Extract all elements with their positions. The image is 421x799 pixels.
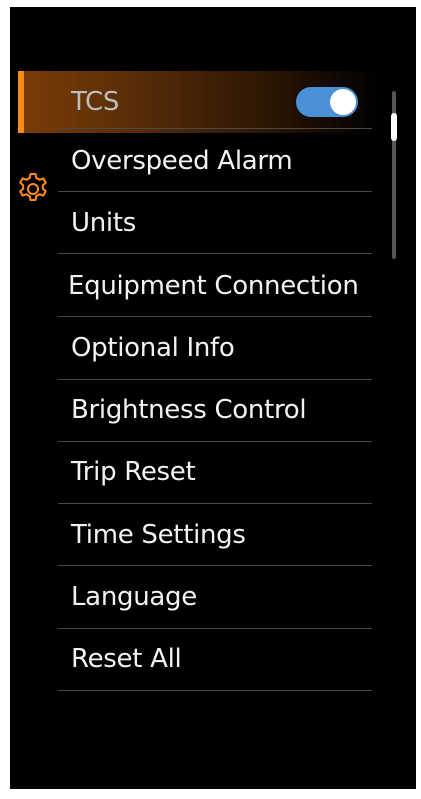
menu-item-equipment-connection[interactable]: Equipment Connection (58, 255, 416, 317)
menu-item-label: Language (71, 582, 197, 612)
divider (58, 690, 372, 691)
menu-item-tcs[interactable]: TCS (18, 71, 378, 133)
menu-item-brightness-control[interactable]: Brightness Control (58, 379, 416, 441)
menu-item-language[interactable]: Language (58, 566, 416, 628)
menu-item-time-settings[interactable]: Time Settings (58, 504, 416, 566)
menu-item-overspeed-alarm[interactable]: Overspeed Alarm (58, 130, 416, 192)
toggle-knob (330, 89, 356, 115)
tcs-toggle[interactable] (296, 87, 358, 117)
menu-item-label: TCS (71, 87, 120, 117)
menu-item-label: Reset All (71, 644, 182, 674)
menu-item-label: Equipment Connection (68, 271, 359, 301)
menu-item-label: Overspeed Alarm (71, 146, 293, 176)
menu-item-label: Trip Reset (71, 457, 196, 487)
menu-item-optional-info[interactable]: Optional Info (58, 317, 416, 379)
menu-item-label: Units (71, 208, 136, 238)
selection-accent-bar (18, 71, 24, 133)
settings-screen: TCS Overspeed Alarm Units Equipment Conn… (10, 7, 416, 789)
divider (58, 128, 372, 129)
menu-item-label: Brightness Control (71, 395, 307, 425)
scrollbar[interactable] (391, 91, 397, 259)
divider (58, 253, 372, 254)
scrollbar-thumb[interactable] (391, 113, 397, 141)
menu-item-units[interactable]: Units (58, 192, 416, 254)
menu-item-trip-reset[interactable]: Trip Reset (58, 441, 416, 503)
menu-item-reset-all[interactable]: Reset All (58, 628, 416, 690)
gear-icon (19, 173, 47, 201)
menu-item-label: Optional Info (71, 333, 235, 363)
menu-item-label: Time Settings (71, 520, 246, 550)
